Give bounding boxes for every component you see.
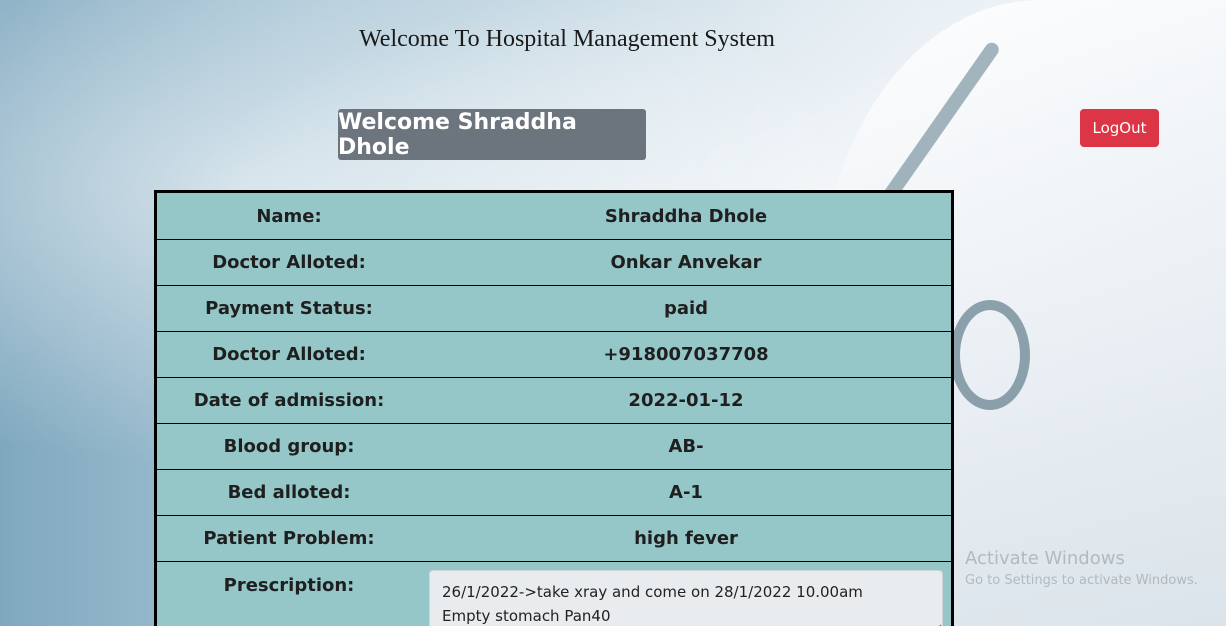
watermark-title: Activate Windows <box>965 548 1125 569</box>
watermark-subtitle: Go to Settings to activate Windows. <box>965 573 1198 588</box>
row-label-doctor-phone: Doctor Alloted: <box>155 331 421 378</box>
prescription-line: 26/1/2022->take xray and come on 28/1/20… <box>442 583 863 601</box>
row-label-problem: Patient Problem: <box>155 515 421 562</box>
row-value-problem: high fever <box>421 515 953 562</box>
row-label-payment: Payment Status: <box>155 285 421 332</box>
row-label-prescription-cell: Prescription: <box>155 561 421 626</box>
row-value-doctor-phone: +918007037708 <box>421 331 953 378</box>
table-row: Name: Shraddha Dhole <box>156 192 953 240</box>
row-value-prescription-cell: 26/1/2022->take xray and come on 28/1/20… <box>421 561 953 626</box>
row-label-name: Name: <box>256 205 322 227</box>
table-row: Bed alloted: A-1 <box>155 469 953 516</box>
table-row: Prescription: 26/1/2022->take xray and c… <box>155 561 953 626</box>
row-value-payment: paid <box>421 285 953 332</box>
row-value-blood-group: AB- <box>421 423 953 470</box>
page-title: Welcome To Hospital Management System <box>359 26 775 52</box>
prescription-textarea[interactable]: 26/1/2022->take xray and come on 28/1/20… <box>429 570 943 626</box>
table-row: Payment Status: paid <box>155 285 953 332</box>
row-value-admission-date: 2022-01-12 <box>421 377 953 424</box>
row-value-bed: A-1 <box>421 469 953 516</box>
table-row: Date of admission: 2022-01-12 <box>155 377 953 424</box>
logout-button[interactable]: LogOut <box>1080 109 1159 147</box>
row-label-admission-date: Date of admission: <box>155 377 421 424</box>
row-value-name: Shraddha Dhole <box>604 205 768 227</box>
row-value-doctor: Onkar Anvekar <box>421 239 953 286</box>
table-row: Blood group: AB- <box>155 423 953 470</box>
table-row: Patient Problem: high fever <box>155 515 953 562</box>
welcome-badge: Welcome Shraddha Dhole <box>338 109 646 160</box>
row-label-prescription: Prescription: <box>223 575 355 596</box>
row-label-blood-group: Blood group: <box>155 423 421 470</box>
table-row: Doctor Alloted: Onkar Anvekar <box>155 239 953 286</box>
prescription-line: Empty stomach Pan40 <box>442 607 611 625</box>
background-stethoscope <box>950 300 1030 410</box>
table-row: Doctor Alloted: +918007037708 <box>155 331 953 378</box>
windows-activation-watermark: Activate Windows Go to Settings to activ… <box>965 548 1198 588</box>
patient-info-table: Name: Shraddha Dhole Doctor Alloted: Onk… <box>154 190 954 626</box>
row-label-bed: Bed alloted: <box>155 469 421 516</box>
row-label-doctor: Doctor Alloted: <box>155 239 421 286</box>
